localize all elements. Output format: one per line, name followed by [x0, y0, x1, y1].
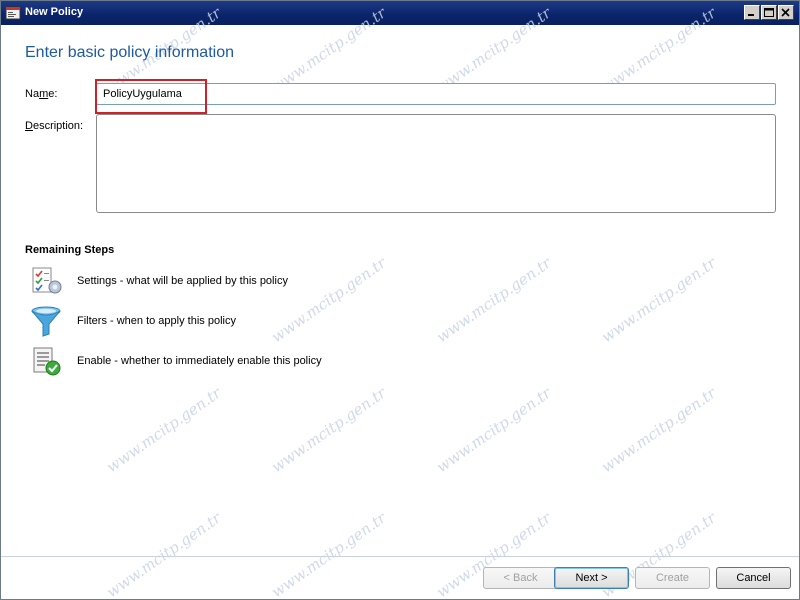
- watermark-text: www.mcitp.gen.tr: [598, 383, 720, 477]
- watermark-text: www.mcitp.gen.tr: [268, 383, 390, 477]
- watermark-text: www.mcitp.gen.tr: [433, 253, 555, 347]
- name-label-suffix: e:: [48, 88, 58, 100]
- cancel-button[interactable]: Cancel: [716, 567, 791, 589]
- step-enable-text: Enable - whether to immediately enable t…: [77, 355, 322, 367]
- watermark-text: www.mcitp.gen.tr: [598, 253, 720, 347]
- minimize-icon: [748, 14, 754, 16]
- description-label-accelerator: D: [25, 120, 33, 132]
- footer-separator: [1, 556, 799, 557]
- new-policy-window: New Policy www.mcitp.gen.tr www.mcitp.ge…: [0, 0, 800, 600]
- enable-document-check-icon: [33, 347, 61, 376]
- name-label-prefix: Na: [25, 88, 40, 100]
- funnel-filter-icon: [31, 306, 61, 337]
- maximize-button[interactable]: [761, 5, 777, 20]
- minimize-button[interactable]: [744, 5, 760, 20]
- description-label: Description:: [25, 120, 83, 132]
- title-bar[interactable]: New Policy: [1, 1, 799, 25]
- app-icon: [5, 6, 21, 20]
- watermark-text: www.mcitp.gen.tr: [268, 508, 390, 600]
- name-label-accelerator: m: [39, 88, 49, 100]
- step-enable: Enable - whether to immediately enable t…: [29, 345, 429, 379]
- step-settings-text: Settings - what will be applied by this …: [77, 275, 288, 287]
- close-icon: [781, 8, 790, 17]
- remaining-steps-title: Remaining Steps: [25, 244, 115, 256]
- create-button[interactable]: Create: [635, 567, 710, 589]
- step-settings: Settings - what will be applied by this …: [29, 265, 429, 299]
- window-title: New Policy: [25, 6, 84, 18]
- name-input[interactable]: [96, 83, 776, 105]
- back-button[interactable]: < Back: [483, 567, 558, 589]
- watermark-text: www.mcitp.gen.tr: [103, 508, 225, 600]
- step-filters: Filters - when to apply this policy: [29, 305, 429, 339]
- watermark-text: www.mcitp.gen.tr: [103, 383, 225, 477]
- name-label: Name:: [25, 88, 57, 100]
- description-label-suffix: escription:: [32, 120, 84, 132]
- description-input[interactable]: [96, 114, 776, 213]
- page-heading: Enter basic policy information: [25, 44, 234, 61]
- close-button[interactable]: [778, 5, 794, 20]
- next-button[interactable]: Next >: [554, 567, 629, 589]
- settings-checklist-icon: [32, 267, 62, 294]
- maximize-icon: [764, 8, 774, 17]
- step-filters-text: Filters - when to apply this policy: [77, 315, 236, 327]
- watermark-text: www.mcitp.gen.tr: [433, 383, 555, 477]
